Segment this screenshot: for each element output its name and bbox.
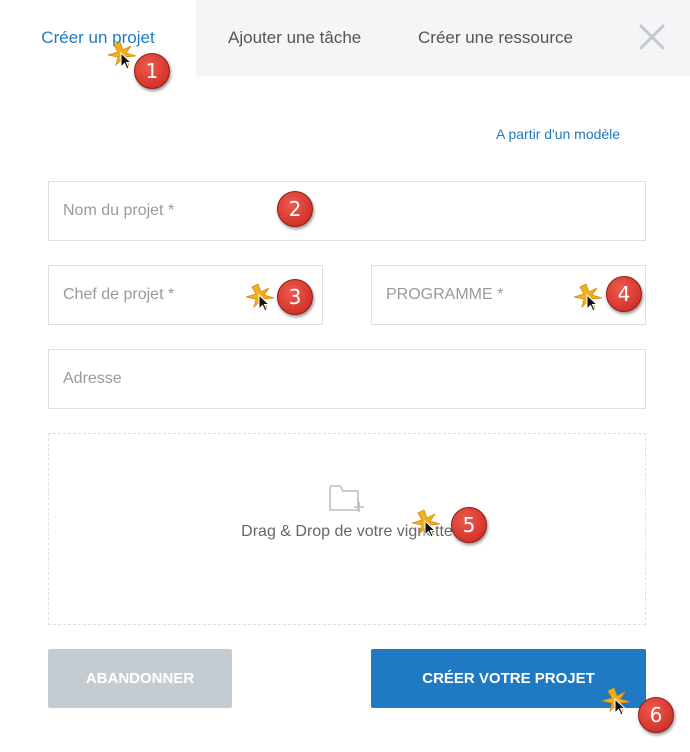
tab-bar: Créer un projet Ajouter une tâche Créer … <box>0 0 690 76</box>
click-marker-icon <box>410 508 446 538</box>
dropzone-text: Drag & Drop de votre vignette <box>241 523 453 540</box>
click-marker-icon <box>600 686 636 716</box>
address-field[interactable] <box>48 349 646 409</box>
step-badge-5: 5 <box>451 507 487 543</box>
click-marker-icon <box>572 282 608 312</box>
tab-add-task[interactable]: Ajouter une tâche <box>228 0 361 76</box>
tab-create-resource[interactable]: Créer une ressource <box>418 0 573 76</box>
project-name-field[interactable] <box>48 181 646 241</box>
cancel-button[interactable]: ABANDONNER <box>48 649 232 708</box>
click-marker-icon <box>244 282 280 312</box>
address-input[interactable] <box>61 369 645 389</box>
close-icon[interactable] <box>637 22 667 52</box>
step-badge-4: 4 <box>606 276 642 312</box>
folder-add-icon <box>328 482 366 519</box>
step-badge-3: 3 <box>277 279 313 315</box>
from-template-link[interactable]: A partir d'un modèle <box>496 126 620 142</box>
step-badge-6: 6 <box>638 697 674 733</box>
project-name-input[interactable] <box>61 201 645 221</box>
thumbnail-dropzone[interactable]: Drag & Drop de votre vignette <box>48 433 646 625</box>
step-badge-1: 1 <box>134 53 170 89</box>
step-badge-2: 2 <box>277 191 313 227</box>
